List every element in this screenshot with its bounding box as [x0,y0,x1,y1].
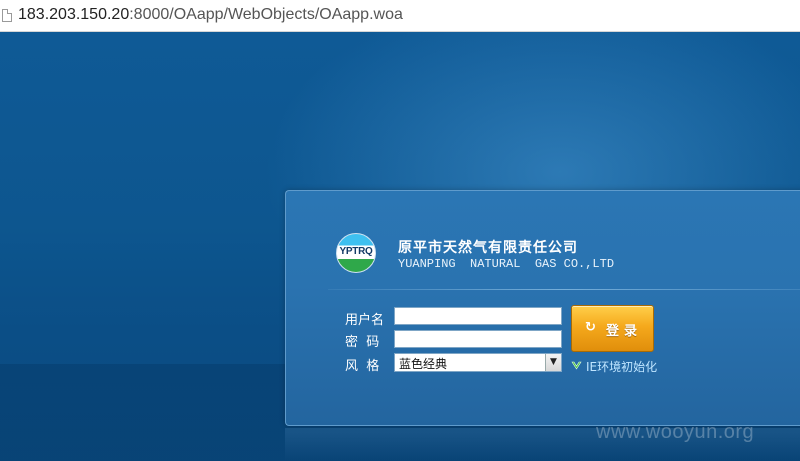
chevron-down-icon[interactable]: ▼ [545,354,561,371]
arrow-circle-icon: ↻ [585,320,596,335]
username-input[interactable] [394,307,562,325]
style-label: 风 格 [345,359,380,374]
watermark: www.wooyun.org [596,421,755,443]
password-input[interactable] [394,330,562,348]
browser-address-bar: 183.203.150.20:8000/OAapp/WebObjects/OAa… [0,0,800,32]
url-path: :8000/OAapp/WebObjects/OAapp.woa [129,6,403,23]
ie-init-link[interactable]: IE环境初始化 [586,358,657,375]
company-name-en: YUANPING NATURAL GAS CO.,LTD [398,257,615,271]
divider [328,289,800,290]
login-button-label: 登录 [606,324,643,339]
password-label: 密 码 [345,335,380,350]
company-logo: YPTRQ [336,233,376,273]
username-label: 用户名 [345,313,385,328]
address-url[interactable]: 183.203.150.20:8000/OAapp/WebObjects/OAa… [18,6,403,24]
style-select-value: 蓝色经典 [399,357,448,371]
page-icon [2,9,12,22]
style-select[interactable]: 蓝色经典 ▼ [394,353,562,372]
green-check-icon [571,361,582,370]
company-name-cn: 原平市天然气有限责任公司 [398,240,578,256]
logo-text: YPTRQ [339,246,373,257]
url-host: 183.203.150.20 [18,6,130,23]
login-button[interactable]: ↻ 登录 [571,305,654,352]
